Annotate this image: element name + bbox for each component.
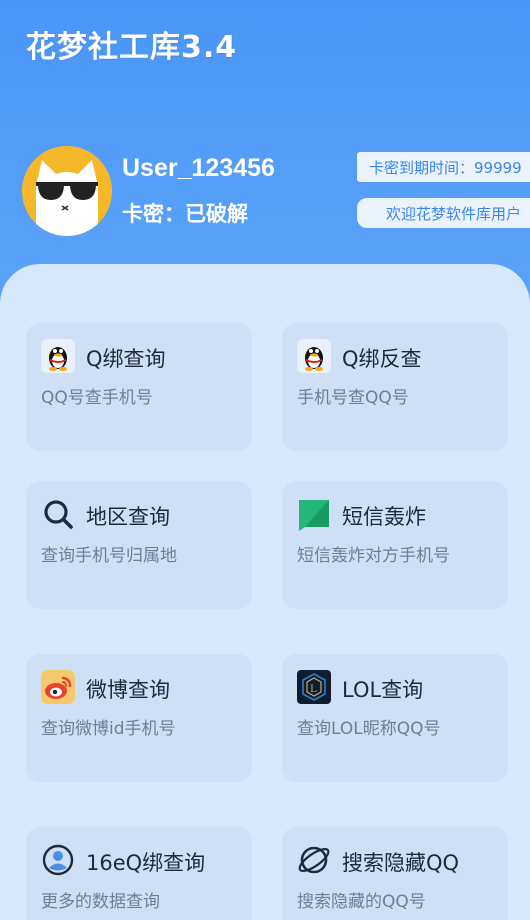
cat-sunglasses-avatar-icon bbox=[22, 146, 112, 236]
tile-weibo-lookup[interactable]: 微博查询 查询微博id手机号 bbox=[26, 654, 252, 782]
weibo-icon bbox=[41, 670, 75, 704]
tile-title: 搜索隐藏QQ bbox=[342, 851, 460, 875]
app-screen: 花梦社工库3.4 User_123456 卡密：已破解 卡密到期时间：99999… bbox=[0, 0, 530, 920]
tile-subtitle: 搜索隐藏的QQ号 bbox=[297, 892, 426, 912]
tile-subtitle: QQ号查手机号 bbox=[41, 388, 153, 408]
tile-title: 地区查询 bbox=[86, 505, 170, 529]
search-icon bbox=[41, 497, 75, 531]
username: User_123456 bbox=[122, 154, 275, 182]
avatar[interactable] bbox=[22, 146, 112, 236]
expiry-badge: 卡密到期时间：99999 bbox=[357, 152, 530, 182]
tile-q-bind-lookup[interactable]: Q绑查询 QQ号查手机号 bbox=[26, 323, 252, 451]
tile-subtitle: 短信轰炸对方手机号 bbox=[297, 546, 450, 566]
tile-sms-bomb[interactable]: 短信轰炸 短信轰炸对方手机号 bbox=[282, 481, 508, 609]
welcome-badge: 欢迎花梦软件库用户 bbox=[357, 198, 530, 228]
message-icon bbox=[297, 497, 331, 531]
tile-title: 短信轰炸 bbox=[342, 505, 426, 529]
tile-title: LOL查询 bbox=[342, 678, 424, 702]
person-circle-icon bbox=[41, 843, 75, 877]
tile-q-bind-reverse[interactable]: Q绑反查 手机号查QQ号 bbox=[282, 323, 508, 451]
tile-subtitle: 查询微博id手机号 bbox=[41, 719, 176, 739]
tile-title: 微博查询 bbox=[86, 678, 170, 702]
lol-icon: L bbox=[297, 670, 331, 704]
tile-subtitle: 更多的数据查询 bbox=[41, 892, 160, 912]
tile-title: Q绑反查 bbox=[342, 347, 422, 371]
tile-subtitle: 查询LOL昵称QQ号 bbox=[297, 719, 441, 739]
qq-penguin-icon bbox=[297, 339, 331, 373]
tile-lol-lookup[interactable]: L LOL查询 查询LOL昵称QQ号 bbox=[282, 654, 508, 782]
tile-16e-q-bind-lookup[interactable]: 16eQ绑查询 更多的数据查询 bbox=[26, 827, 252, 920]
planet-icon bbox=[297, 843, 331, 877]
tile-subtitle: 手机号查QQ号 bbox=[297, 388, 409, 408]
tile-subtitle: 查询手机号归属地 bbox=[41, 546, 177, 566]
tile-title: Q绑查询 bbox=[86, 347, 166, 371]
svg-text:L: L bbox=[310, 684, 317, 695]
app-title: 花梦社工库3.4 bbox=[26, 30, 238, 65]
tile-title: 16eQ绑查询 bbox=[86, 851, 206, 875]
qq-penguin-icon bbox=[41, 339, 75, 373]
tile-search-hidden-qq[interactable]: 搜索隐藏QQ 搜索隐藏的QQ号 bbox=[282, 827, 508, 920]
card-status: 卡密：已破解 bbox=[122, 202, 248, 226]
tile-region-lookup[interactable]: 地区查询 查询手机号归属地 bbox=[26, 481, 252, 609]
